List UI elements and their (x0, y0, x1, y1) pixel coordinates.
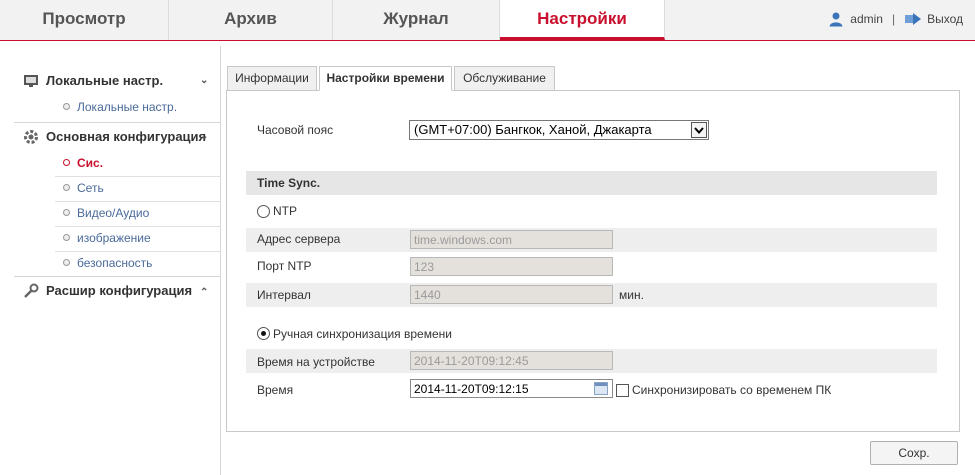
sidebar-divider (14, 276, 221, 277)
bullet-icon (63, 259, 70, 267)
sidebar-group-local[interactable]: Локальные настр. ⌄ (0, 70, 221, 92)
nav-tab-live-view[interactable]: Просмотр (0, 0, 169, 40)
top-navigation: Просмотр Архив Журнал Настройки admin | … (0, 0, 975, 40)
ntp-label: NTP (273, 204, 297, 218)
server-address-input[interactable] (410, 230, 613, 249)
chevron-down-icon: ⌄ (200, 75, 209, 86)
interval-unit: мин. (619, 288, 644, 302)
timezone-value: (GMT+07:00) Бангкок, Ханой, Джакарта (414, 122, 652, 137)
sidebar-group-basic-label: Основная конфигурация (46, 129, 207, 144)
sidebar-item-label: Видео/Аудио (77, 206, 150, 220)
bullet-icon (63, 159, 70, 167)
username: admin (850, 12, 883, 26)
sidebar-group-advanced[interactable]: Расшир конфигурация ⌃ (0, 280, 221, 302)
ntp-port-input[interactable] (410, 257, 613, 276)
sidebar-item-security[interactable]: безопасность (55, 252, 221, 277)
time-sync-section-title: Time Sync. (246, 171, 937, 195)
nav-tab-configuration[interactable]: Настройки (500, 0, 665, 40)
sidebar-item-label: Сис. (77, 156, 104, 170)
chevron-down-icon (691, 122, 707, 138)
manual-sync-label: Ручная синхронизация времени (273, 327, 452, 341)
logout-link[interactable]: Выход (927, 12, 963, 26)
bullet-icon (63, 103, 70, 111)
sidebar-group-advanced-label: Расшир конфигурация (46, 283, 193, 298)
sidebar-item-label: безопасность (77, 256, 153, 270)
calendar-icon[interactable] (594, 382, 608, 395)
gear-icon (23, 129, 39, 145)
sidebar-item-label: Сеть (77, 181, 104, 195)
sidebar-item-video-audio[interactable]: Видео/Аудио (55, 202, 221, 227)
sidebar-item-label: изображение (77, 231, 151, 245)
sync-with-pc-label: Синхронизировать со временем ПК (632, 383, 832, 397)
bullet-icon (63, 209, 70, 217)
device-time-input[interactable] (410, 351, 613, 370)
timezone-select[interactable]: (GMT+07:00) Бангкок, Ханой, Джакарта (409, 120, 709, 140)
wrench-icon (23, 283, 39, 299)
manual-sync-radio[interactable] (257, 327, 270, 340)
logout-icon[interactable] (904, 12, 922, 26)
ntp-radio[interactable] (257, 205, 270, 218)
user-separator: | (891, 12, 896, 26)
sidebar: Локальные настр. ⌄ Локальные настр. Осно… (0, 46, 221, 475)
nav-tab-log[interactable]: Журнал (333, 0, 500, 40)
timezone-label: Часовой пояс (257, 123, 334, 137)
chevron-up-icon: ⌃ (200, 287, 209, 298)
user-icon (828, 11, 844, 27)
tab-maintenance[interactable]: Обслуживание (454, 66, 555, 91)
sidebar-item-label: Локальные настр. (77, 100, 178, 114)
sidebar-item-network[interactable]: Сеть (55, 177, 221, 202)
tab-time-settings[interactable]: Настройки времени (319, 66, 452, 91)
nav-tab-playback[interactable]: Архив (169, 0, 333, 40)
sidebar-item-image[interactable]: изображение (55, 227, 221, 252)
device-time-label: Время на устройстве (257, 355, 375, 369)
ntp-port-label: Порт NTP (257, 259, 312, 273)
monitor-icon (23, 73, 39, 89)
user-area: admin | Выход (828, 11, 963, 27)
server-address-label: Адрес сервера (257, 232, 341, 246)
sidebar-divider (14, 122, 221, 123)
sidebar-group-local-label: Локальные настр. (46, 73, 164, 88)
chevron-down-icon: ⌄ (200, 131, 209, 142)
set-time-label: Время (257, 383, 294, 397)
save-button[interactable]: Сохр. (870, 441, 958, 465)
set-time-input[interactable] (410, 379, 613, 398)
tab-information[interactable]: Информации (227, 66, 317, 91)
bullet-icon (63, 234, 70, 242)
bullet-icon (63, 184, 70, 192)
sync-with-pc-checkbox[interactable] (616, 384, 629, 397)
sidebar-group-basic[interactable]: Основная конфигурация ⌄ (0, 126, 221, 148)
interval-label: Интервал (257, 288, 311, 302)
sidebar-item-local-settings[interactable]: Локальные настр. (55, 96, 221, 121)
sidebar-item-system[interactable]: Сис. (55, 152, 221, 177)
interval-input[interactable] (410, 285, 613, 304)
nav-accent-line (0, 40, 975, 41)
